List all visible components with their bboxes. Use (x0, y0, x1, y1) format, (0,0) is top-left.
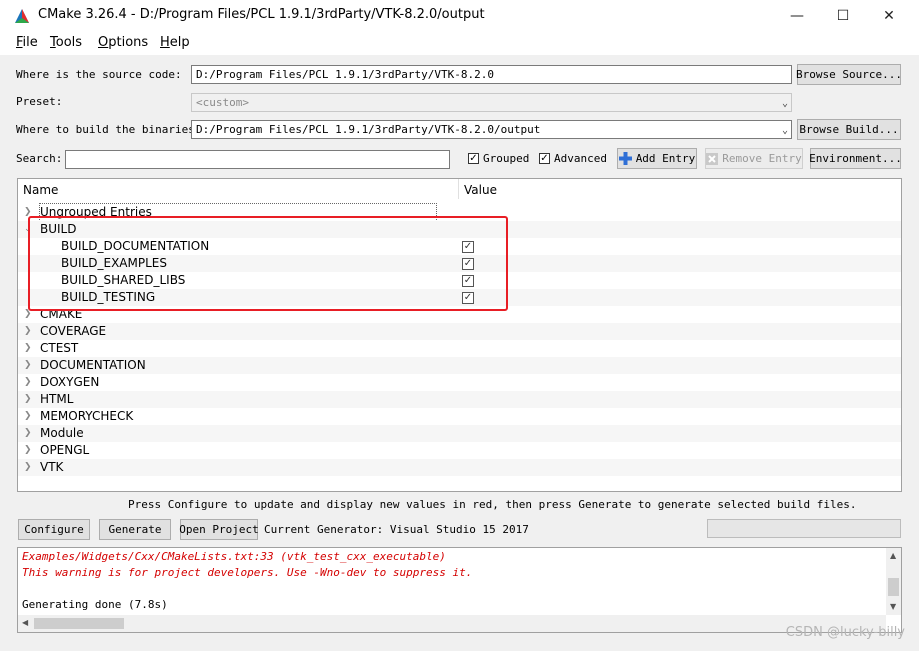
tree-group-vtk[interactable]: ❯ VTK (18, 459, 901, 476)
search-input[interactable] (65, 150, 450, 169)
tree-group-documentation[interactable]: ❯ DOCUMENTATION (18, 357, 901, 374)
source-input[interactable]: D:/Program Files/PCL 1.9.1/3rdParty/VTK-… (191, 65, 792, 84)
add-entry-label: Add Entry (635, 152, 696, 165)
remove-entry-button: Remove Entry (705, 148, 803, 169)
source-label: Where is the source code: (16, 68, 182, 81)
highlight-box (28, 216, 508, 311)
remove-icon (706, 152, 719, 165)
binaries-value: D:/Program Files/PCL 1.9.1/3rdParty/VTK-… (196, 123, 541, 136)
cmake-triangle-icon (15, 9, 29, 23)
tree-group-opengl[interactable]: ❯ OPENGL (18, 442, 901, 459)
preset-label: Preset: (16, 95, 63, 108)
check-icon: ✓ (468, 152, 479, 164)
generate-button[interactable]: Generate (99, 519, 171, 540)
horizontal-scrollbar[interactable]: ◀ (18, 615, 886, 632)
browse-build-button[interactable]: Browse Build... (797, 119, 901, 140)
chevron-right-icon: ❯ (24, 360, 32, 370)
advanced-label: Advanced (554, 152, 607, 165)
plus-icon (618, 152, 632, 165)
maximize-button[interactable]: ☐ (820, 0, 866, 31)
scroll-down-icon[interactable]: ▼ (890, 602, 896, 611)
browse-source-button[interactable]: Browse Source... (796, 64, 902, 85)
open-project-button[interactable]: Open Project (179, 519, 259, 540)
hint-text: Press Configure to update and display ne… (128, 498, 857, 511)
chevron-right-icon: ❯ (24, 326, 32, 336)
chevron-right-icon: ❯ (24, 394, 32, 404)
window-title: CMake 3.26.4 - D:/Program Files/PCL 1.9.… (38, 7, 485, 22)
preset-select: <custom> ⌄ (191, 93, 792, 112)
output-log[interactable]: Examples/Widgets/Cxx/CMakeLists.txt:33 (… (17, 547, 902, 633)
column-divider (458, 179, 459, 199)
chevron-right-icon: ❯ (24, 411, 32, 421)
menu-file[interactable]: File (16, 35, 38, 50)
grouped-label: Grouped (483, 152, 530, 165)
close-button[interactable]: ✕ (866, 0, 912, 31)
scrollbar-thumb[interactable] (34, 618, 124, 629)
tree-group-doxygen[interactable]: ❯ DOXYGEN (18, 374, 901, 391)
watermark: CSDN @lucky-billy (785, 625, 905, 640)
chevron-right-icon: ❯ (24, 343, 32, 353)
progress-bar (707, 519, 901, 538)
scroll-up-icon[interactable]: ▲ (890, 551, 896, 560)
scroll-left-icon[interactable]: ◀ (22, 618, 28, 627)
current-generator-label: Current Generator: Visual Studio 15 2017 (264, 523, 529, 536)
remove-entry-label: Remove Entry (722, 152, 802, 165)
add-entry-button[interactable]: Add Entry (617, 148, 697, 169)
preset-value: <custom> (196, 96, 249, 109)
tree-group-ctest[interactable]: ❯ CTEST (18, 340, 901, 357)
environment-button[interactable]: Environment... (809, 148, 902, 169)
tree-group-coverage[interactable]: ❯ COVERAGE (18, 323, 901, 340)
chevron-down-icon[interactable]: ⌄ (782, 123, 788, 138)
menu-options[interactable]: Options (98, 35, 148, 50)
chevron-right-icon: ❯ (24, 377, 32, 387)
binaries-combo[interactable]: D:/Program Files/PCL 1.9.1/3rdParty/VTK-… (191, 120, 792, 139)
scrollbar-thumb[interactable] (888, 578, 899, 596)
vertical-scrollbar[interactable]: ▲ ▼ (886, 548, 901, 615)
configure-button[interactable]: Configure (18, 519, 90, 540)
chevron-down-icon: ⌄ (781, 98, 788, 109)
tree-group-module[interactable]: ❯ Module (18, 425, 901, 442)
chevron-right-icon: ❯ (24, 462, 32, 472)
output-line: Generating done (7.8s) (22, 598, 168, 611)
tree-group-html[interactable]: ❯ HTML (18, 391, 901, 408)
advanced-checkbox[interactable]: ✓ Advanced (539, 152, 607, 165)
column-header-value[interactable]: Value (464, 183, 497, 197)
check-icon: ✓ (539, 152, 550, 164)
search-label: Search: (16, 152, 63, 165)
chevron-right-icon: ❯ (24, 428, 32, 438)
menu-help[interactable]: Help (160, 35, 190, 50)
column-header-name[interactable]: Name (23, 183, 58, 197)
menu-tools[interactable]: Tools (50, 35, 82, 50)
output-line: This warning is for project developers. … (22, 566, 473, 579)
output-line: Examples/Widgets/Cxx/CMakeLists.txt:33 (… (22, 550, 446, 563)
chevron-right-icon: ❯ (24, 445, 32, 455)
grouped-checkbox[interactable]: ✓ Grouped (468, 152, 529, 165)
binaries-label: Where to build the binaries: (16, 123, 202, 136)
tree-group-memorycheck[interactable]: ❯ MEMORYCHECK (18, 408, 901, 425)
minimize-button[interactable]: — (774, 0, 820, 31)
